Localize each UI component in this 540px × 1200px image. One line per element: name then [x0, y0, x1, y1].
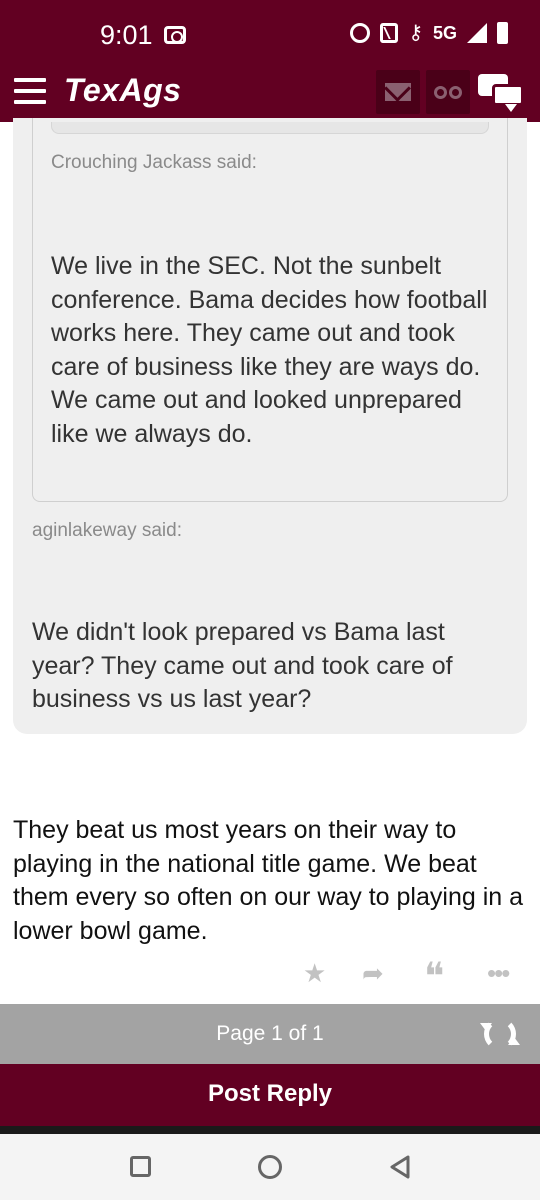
- divider: [0, 1126, 540, 1134]
- status-time: 9:01: [100, 20, 153, 50]
- mail-icon: [385, 83, 411, 101]
- recents-icon[interactable]: [130, 1156, 151, 1177]
- status-bar: 9:01 ⚷ 5G: [0, 0, 540, 64]
- menu-icon[interactable]: [14, 78, 46, 106]
- more-icon[interactable]: •••: [487, 958, 510, 989]
- refresh-icon[interactable]: [480, 1018, 520, 1050]
- pagination-bar: Page 1 of 1: [0, 1004, 540, 1064]
- alarm-icon: [350, 23, 371, 43]
- reply-icon[interactable]: ➦: [362, 958, 384, 989]
- nested-quote-edge: [51, 122, 489, 134]
- quote-icon[interactable]: ❝: [424, 954, 444, 998]
- battery-icon: [497, 22, 508, 44]
- outer-quote-author[interactable]: aginlakeway said:: [32, 520, 182, 542]
- status-icons: ⚷ 5G: [350, 22, 508, 44]
- android-nav-bar: [0, 1134, 540, 1200]
- network-type: 5G: [432, 22, 457, 43]
- post-reply-button[interactable]: Post Reply: [0, 1064, 540, 1126]
- star-icon[interactable]: ★: [303, 958, 326, 989]
- chat-icon[interactable]: [478, 72, 526, 112]
- signal-icon: [467, 23, 487, 43]
- nested-quote-text: We live in the SEC. Not the sunbelt conf…: [51, 252, 488, 448]
- nfc-icon: [380, 23, 399, 43]
- key-icon: ⚷: [408, 22, 423, 44]
- binoculars-icon: [434, 85, 462, 99]
- post-actions: ★ ➦ ❝ •••: [0, 954, 540, 998]
- outer-quote-text: We didn't look prepared vs Bama last yea…: [32, 618, 453, 713]
- home-icon[interactable]: [258, 1155, 282, 1179]
- nested-quote-author[interactable]: Crouching Jackass said:: [51, 152, 257, 174]
- app-header: TexAgs: [0, 64, 540, 122]
- post-reply-label: Post Reply: [207, 1080, 333, 1107]
- post-body: They beat us most years on their way to …: [13, 816, 524, 945]
- page-indicator[interactable]: Page 1 of 1: [0, 1022, 540, 1046]
- watch-button[interactable]: [426, 70, 470, 114]
- screen-record-icon: [164, 26, 186, 44]
- back-icon[interactable]: [388, 1154, 412, 1180]
- site-logo[interactable]: TexAgs: [64, 72, 181, 109]
- mail-button[interactable]: [376, 70, 420, 114]
